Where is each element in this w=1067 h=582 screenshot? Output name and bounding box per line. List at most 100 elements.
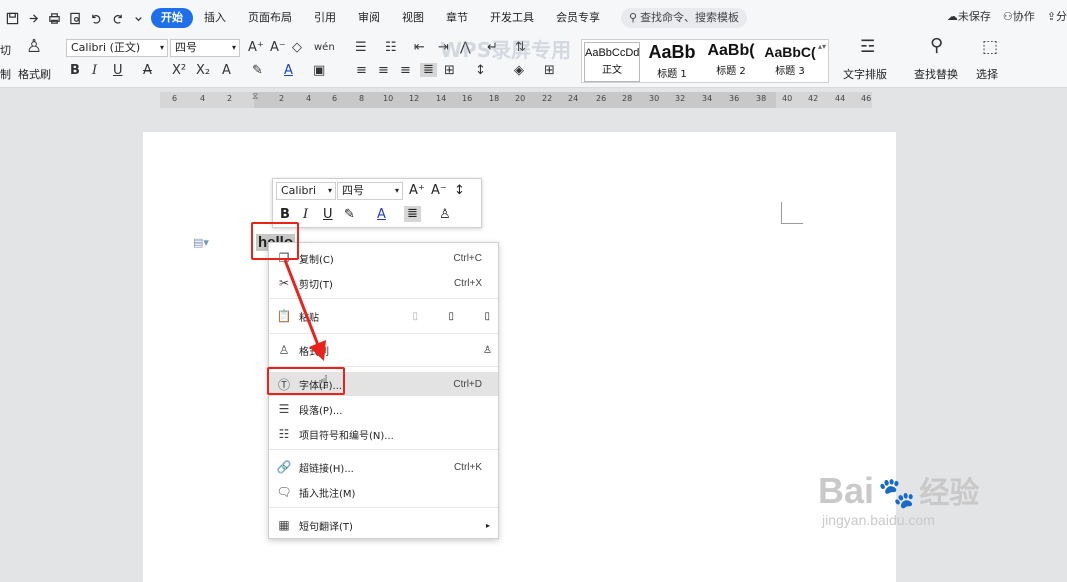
tab-view[interactable]: 视图 (391, 8, 435, 28)
strikethrough-icon[interactable]: A (143, 64, 152, 78)
tab-section[interactable]: 章节 (435, 8, 479, 28)
menu-item-format-painter[interactable]: ♙ 格式刷 ♙ (269, 338, 498, 362)
tab-review[interactable]: 审阅 (347, 8, 391, 28)
align-right-icon[interactable]: ≡ (400, 64, 411, 78)
cut-button[interactable]: 切 (0, 42, 11, 58)
recorder-watermark: WPS录屏专用 (440, 38, 572, 62)
text-layout-button[interactable]: 文字排版 (843, 66, 887, 82)
format-painter-icon[interactable]: ♙ (26, 38, 42, 56)
search-icon: ⚲ (629, 11, 638, 24)
menu-item-paste[interactable]: 📋 粘贴 ▯ ▯ ▯ (269, 304, 498, 328)
format-painter-label[interactable]: 格式刷 (18, 66, 51, 82)
shrink-font-icon[interactable]: A⁻ (431, 183, 447, 199)
font-color-icon[interactable]: A (377, 207, 386, 223)
copy-button[interactable]: 制 (0, 66, 11, 82)
mini-font-select[interactable]: Calibri ▾ (276, 182, 336, 200)
tab-member[interactable]: 会员专享 (545, 8, 611, 28)
underline-icon[interactable]: U (323, 207, 333, 223)
text-effect-icon[interactable]: A (222, 64, 231, 78)
paragraph-handle-icon[interactable]: ▤▾ (193, 236, 209, 249)
menu-item-translate[interactable]: ▦ 短句翻译(T) ▸ (269, 513, 498, 537)
menu-item-copy[interactable]: ❐ 复制(C) Ctrl+C (269, 246, 498, 270)
redo-icon[interactable] (111, 12, 124, 25)
paste-icon: 📋 (276, 309, 292, 323)
export-icon[interactable] (27, 12, 40, 25)
subscript-icon[interactable]: X₂ (196, 64, 210, 78)
gallery-scroll-icon[interactable]: ▴▾ (818, 42, 826, 51)
tab-insert[interactable]: 插入 (193, 8, 237, 28)
grow-font-icon[interactable]: A⁺ (409, 183, 425, 199)
align-icon[interactable]: ≣ (404, 206, 421, 222)
select-button[interactable]: 选择 (976, 66, 998, 82)
document-page[interactable]: ▤▾ (143, 132, 896, 582)
find-icon[interactable]: ⚲ (930, 37, 943, 55)
text-layout-icon[interactable]: ☲ (860, 39, 875, 56)
save-icon[interactable] (6, 12, 19, 25)
italic-icon[interactable]: I (303, 207, 308, 223)
format-painter-icon[interactable]: ♙ (439, 207, 451, 223)
bold-icon[interactable]: B (280, 207, 290, 223)
line-spacing-icon[interactable]: ↕ (454, 183, 465, 199)
line-spacing-icon[interactable]: ↕ (475, 64, 486, 78)
command-search[interactable]: ⚲ 查找命令、搜索模板 (621, 8, 748, 28)
style-heading-3[interactable]: AaBbC( 标题 3 (762, 42, 818, 82)
tab-references[interactable]: 引用 (303, 8, 347, 28)
tab-layout[interactable]: 页面布局 (237, 8, 303, 28)
tab-home[interactable]: 开始 (151, 8, 193, 28)
grow-font-icon[interactable]: A⁺ (248, 41, 264, 55)
style-normal[interactable]: AaBbCcDd 正文 (584, 42, 640, 82)
highlight-icon[interactable]: ✎ (252, 64, 263, 78)
phonetic-icon[interactable]: wén (314, 41, 335, 55)
font-color-icon[interactable]: A (284, 64, 293, 78)
align-left-icon[interactable]: ≡ (356, 64, 367, 78)
menu-item-bullets[interactable]: ☷ 项目符号和编号(N)... (269, 422, 498, 446)
select-icon[interactable]: ⬚ (982, 39, 998, 56)
highlight-icon[interactable]: ✎ (344, 207, 355, 223)
bullet-list-icon[interactable]: ☰ (355, 41, 367, 55)
chevron-down-icon: ▾ (231, 43, 236, 52)
bold-icon[interactable]: B (70, 64, 80, 78)
font-size-select[interactable]: 四号 ▾ (170, 39, 240, 57)
unsaved-status[interactable]: ☁未保存 (947, 8, 991, 24)
font-name-select[interactable]: Calibri (正文) ▾ (66, 39, 168, 57)
tab-developer[interactable]: 开发工具 (479, 8, 545, 28)
comment-icon: 🗨 (276, 485, 292, 499)
brush-extra-icon[interactable]: ♙ (483, 345, 492, 356)
style-heading-2[interactable]: AaBb( 标题 2 (702, 42, 760, 82)
collab-button[interactable]: ⚇协作 (1003, 8, 1035, 24)
menu-item-hyperlink[interactable]: 🔗 超链接(H)... Ctrl+K (269, 455, 498, 479)
menu-separator (269, 507, 498, 508)
mini-size-select[interactable]: 四号 ▾ (337, 182, 403, 200)
distributed-icon[interactable]: ⊞ (444, 64, 455, 78)
more-icon[interactable] (132, 12, 145, 25)
paste-text-only-icon[interactable]: ▯ (448, 311, 454, 322)
undo-icon[interactable] (90, 12, 103, 25)
paste-special-icon[interactable]: ▯ (484, 311, 490, 322)
horizontal-ruler[interactable]: 6 4 2 ⧖ 2 4 6 8 10 12 14 16 18 20 22 24 … (160, 92, 872, 108)
italic-icon[interactable]: I (92, 64, 97, 78)
indent-marker-icon[interactable]: ⧖ (252, 92, 258, 102)
paste-keep-format-icon[interactable]: ▯ (412, 311, 418, 322)
align-center-icon[interactable]: ≡ (378, 64, 389, 78)
superscript-icon[interactable]: X² (172, 64, 186, 78)
menu-item-paragraph[interactable]: ☰ 段落(P)... (269, 397, 498, 421)
shading-icon[interactable]: ◈ (514, 64, 524, 78)
numbered-list-icon[interactable]: ☷ (385, 41, 397, 55)
search-placeholder: 查找命令、搜索模板 (640, 11, 740, 24)
shrink-font-icon[interactable]: A⁻ (270, 41, 286, 55)
style-heading-1[interactable]: AaBb 标题 1 (644, 42, 700, 82)
clear-format-icon[interactable]: ◇ (292, 41, 302, 55)
menu-item-cut[interactable]: ✂ 剪切(T) Ctrl+X (269, 271, 498, 295)
menu-item-insert-comment[interactable]: 🗨 插入批注(M) (269, 480, 498, 504)
share-button[interactable]: ⇪分 (1047, 8, 1067, 24)
borders-icon[interactable]: ⊞ (544, 64, 555, 78)
chevron-down-icon: ▾ (394, 186, 399, 195)
preview-icon[interactable] (69, 12, 82, 25)
decrease-indent-icon[interactable]: ⇤ (414, 41, 425, 55)
floating-mini-toolbar: Calibri ▾ 四号 ▾ A⁺ A⁻ ↕ B I U ✎ A ≣ ♙ (272, 178, 482, 228)
find-replace-button[interactable]: 查找替换 (914, 66, 958, 82)
char-border-icon[interactable]: ▣ (313, 64, 325, 78)
underline-icon[interactable]: U (113, 64, 123, 78)
print-icon[interactable] (48, 12, 61, 25)
justify-icon[interactable]: ≣ (420, 63, 437, 77)
